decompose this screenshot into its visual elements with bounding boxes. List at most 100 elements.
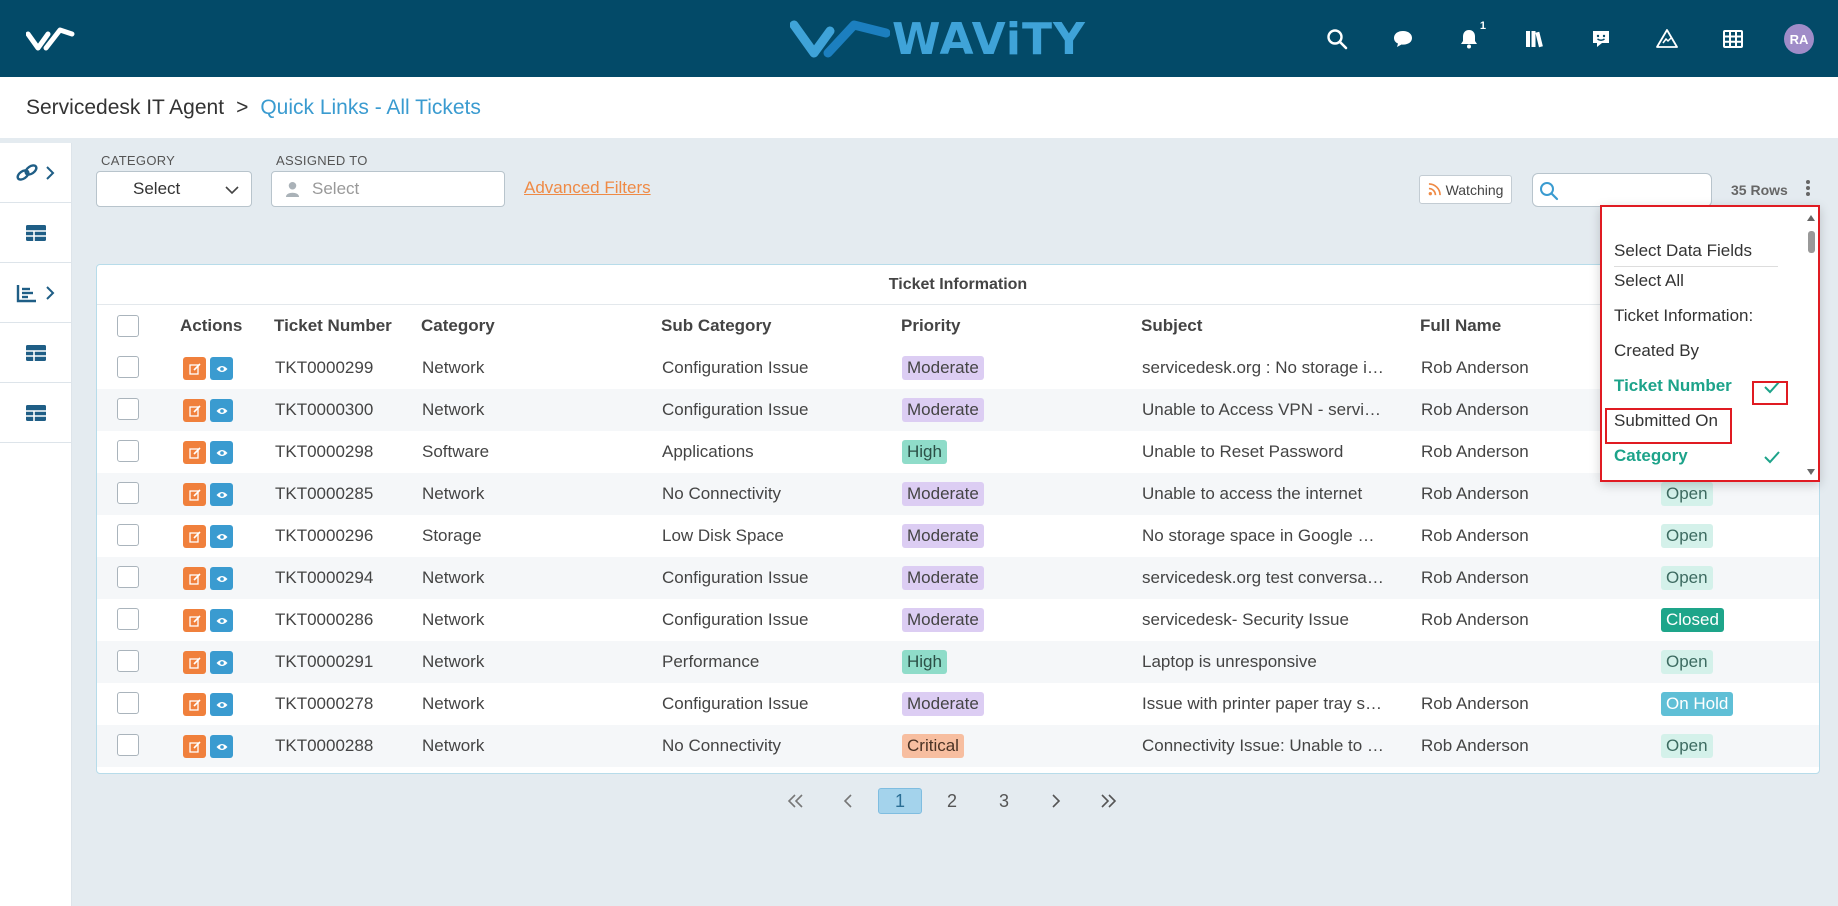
table-row[interactable]: TKT0000291 Network Performance High Laptop i… (97, 641, 1819, 683)
eye-icon (216, 575, 227, 582)
ticket-number[interactable]: TKT0000294 (275, 568, 415, 588)
user-menu-button[interactable]: RA (1780, 20, 1818, 58)
ticket-number[interactable]: TKT0000286 (275, 610, 415, 630)
edit-button[interactable] (183, 651, 206, 674)
col-priority[interactable]: Priority (901, 316, 961, 336)
nav-table-2[interactable] (0, 323, 71, 383)
table-row[interactable]: TKT0000278 Network Configuration Issue Mode… (97, 683, 1819, 725)
feedback-button[interactable] (1582, 20, 1620, 58)
category-select[interactable]: Select (96, 171, 252, 207)
notifications-button[interactable]: 1 (1450, 20, 1488, 58)
dropdown-item-ticket-number[interactable]: Ticket Number (1614, 376, 1732, 396)
row-checkbox[interactable] (117, 398, 139, 420)
view-button[interactable] (210, 483, 233, 506)
ticket-number[interactable]: TKT0000288 (275, 736, 415, 756)
view-button[interactable] (210, 525, 233, 548)
row-checkbox[interactable] (117, 356, 139, 378)
col-category[interactable]: Category (421, 316, 495, 336)
table-row[interactable]: TKT0000285 Network No Connectivity Moderate… (97, 473, 1819, 515)
subject-cell: Unable to Reset Password (1142, 442, 1344, 461)
priority-cell: High (902, 650, 947, 674)
chat-button[interactable] (1384, 20, 1422, 58)
column-options-button[interactable] (1803, 178, 1813, 200)
row-checkbox[interactable] (117, 692, 139, 714)
assigned-to-select[interactable]: Select (271, 171, 505, 207)
table-row[interactable]: TKT0000300 Network Configuration Issue Mode… (97, 389, 1819, 431)
table-row[interactable]: TKT0000294 Network Configuration Issue Mode… (97, 557, 1819, 599)
page-3-button[interactable]: 3 (982, 788, 1026, 814)
edit-button[interactable] (183, 609, 206, 632)
col-actions[interactable]: Actions (180, 316, 242, 336)
ticket-number[interactable]: TKT0000278 (275, 694, 415, 714)
row-checkbox[interactable] (117, 566, 139, 588)
row-checkbox[interactable] (117, 650, 139, 672)
table-row[interactable]: TKT0000286 Network Configuration Issue Mode… (97, 599, 1819, 641)
table-icon (25, 224, 46, 241)
dropdown-item-select-all[interactable]: Select All (1614, 271, 1684, 291)
view-button[interactable] (210, 399, 233, 422)
edit-button[interactable] (183, 735, 206, 758)
dropdown-scroll-thumb[interactable] (1808, 231, 1815, 253)
alerts-button[interactable] (1648, 20, 1686, 58)
nav-table-3[interactable] (0, 383, 71, 443)
status-cell: Open (1661, 734, 1713, 758)
scroll-up-icon[interactable] (1807, 215, 1815, 221)
row-checkbox[interactable] (117, 734, 139, 756)
watching-button[interactable]: Watching (1419, 175, 1512, 204)
edit-button[interactable] (183, 567, 206, 590)
scroll-down-icon[interactable] (1807, 469, 1815, 475)
page-1-button[interactable]: 1 (878, 788, 922, 814)
table-search-input[interactable] (1532, 173, 1712, 207)
last-page-button[interactable] (1086, 788, 1130, 814)
ticket-number[interactable]: TKT0000298 (275, 442, 415, 462)
dropdown-item-created-by[interactable]: Created By (1614, 341, 1699, 361)
view-button[interactable] (210, 693, 233, 716)
dropdown-item-ticket-information[interactable]: Ticket Information: (1614, 306, 1753, 326)
select-all-checkbox[interactable] (117, 315, 139, 337)
row-checkbox[interactable] (117, 482, 139, 504)
dropdown-item-category[interactable]: Category (1614, 446, 1688, 466)
edit-button[interactable] (183, 357, 206, 380)
ticket-number[interactable]: TKT0000296 (275, 526, 415, 546)
col-sub-category[interactable]: Sub Category (661, 316, 772, 336)
prev-page-button[interactable] (826, 788, 870, 814)
next-page-button[interactable] (1034, 788, 1078, 814)
table-row[interactable]: TKT0000298 Software Applications High Unable… (97, 431, 1819, 473)
table-row[interactable]: TKT0000299 Network Configuration Issue Mode… (97, 347, 1819, 389)
view-button[interactable] (210, 609, 233, 632)
first-page-button[interactable] (774, 788, 818, 814)
edit-button[interactable] (183, 441, 206, 464)
col-full-name[interactable]: Full Name (1420, 316, 1501, 336)
advanced-filters-link[interactable]: Advanced Filters (524, 178, 651, 198)
view-button[interactable] (210, 567, 233, 590)
ticket-number[interactable]: TKT0000299 (275, 358, 415, 378)
view-button[interactable] (210, 651, 233, 674)
nav-reports[interactable] (0, 263, 71, 323)
edit-button[interactable] (183, 525, 206, 548)
col-subject[interactable]: Subject (1141, 316, 1202, 336)
nav-table-1[interactable] (0, 203, 71, 263)
ticket-number[interactable]: TKT0000291 (275, 652, 415, 672)
ticket-number[interactable]: TKT0000300 (275, 400, 415, 420)
row-checkbox[interactable] (117, 608, 139, 630)
app-logo-icon[interactable] (26, 24, 76, 54)
row-checkbox[interactable] (117, 524, 139, 546)
library-button[interactable] (1516, 20, 1554, 58)
row-checkbox[interactable] (117, 440, 139, 462)
status-badge: Open (1661, 482, 1713, 506)
view-button[interactable] (210, 357, 233, 380)
edit-button[interactable] (183, 399, 206, 422)
table-row[interactable]: TKT0000296 Storage Low Disk Space Moderate N… (97, 515, 1819, 557)
ticket-number[interactable]: TKT0000285 (275, 484, 415, 504)
nav-quick-links[interactable] (0, 143, 71, 203)
edit-button[interactable] (183, 693, 206, 716)
view-button[interactable] (210, 441, 233, 464)
apps-grid-button[interactable] (1714, 20, 1752, 58)
page-2-button[interactable]: 2 (930, 788, 974, 814)
col-ticket-number[interactable]: Ticket Number (274, 316, 392, 336)
search-button[interactable] (1318, 20, 1356, 58)
breadcrumb-root[interactable]: Servicedesk IT Agent (26, 96, 224, 120)
table-row[interactable]: TKT0000288 Network No Connectivity Critical… (97, 725, 1819, 767)
edit-button[interactable] (183, 483, 206, 506)
view-button[interactable] (210, 735, 233, 758)
